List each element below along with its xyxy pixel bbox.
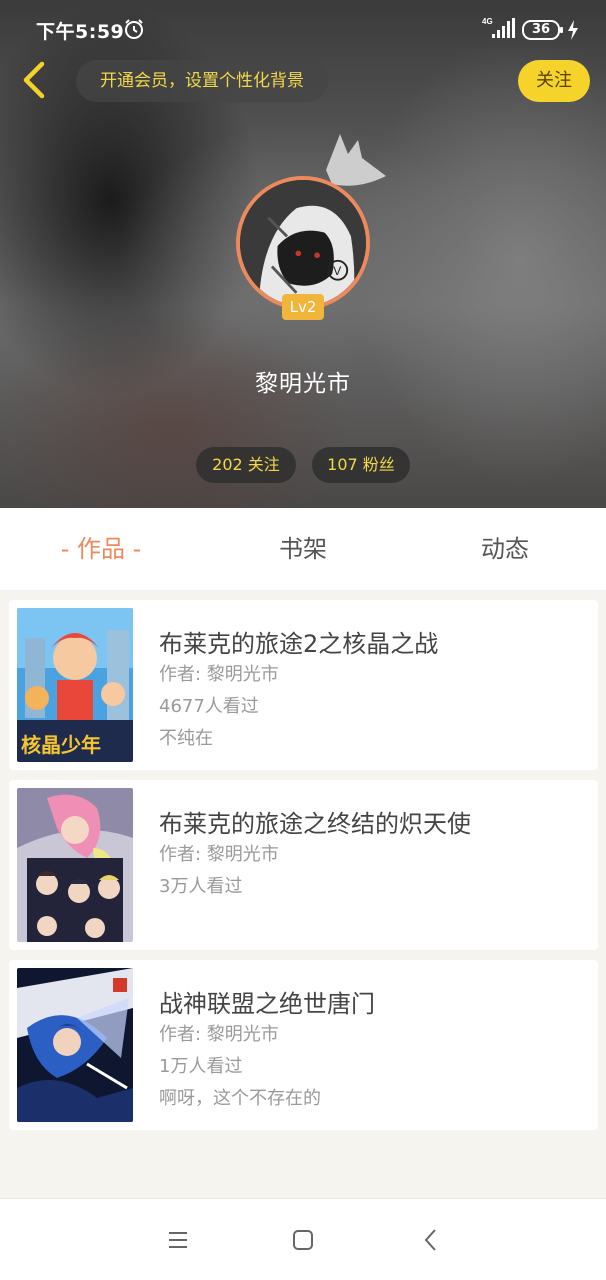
avatar-image: V	[240, 180, 366, 306]
tab-works[interactable]: - 作品 -	[0, 508, 202, 590]
work-title: 战神联盟之绝世唐门	[159, 990, 375, 1018]
work-cover	[17, 788, 133, 942]
cover-image	[17, 968, 133, 1122]
work-author: 作者: 黎明光市	[159, 1024, 279, 1045]
cover-image	[17, 788, 133, 942]
profile-header: 下午5:59 4G 36 开通会员，设置个性化背景 关注 V Lv2 黎明光市 …	[0, 0, 606, 508]
status-bar: 下午5:59 4G 36	[0, 0, 606, 48]
signal-icon: 4G	[482, 17, 515, 38]
tab-activity[interactable]: 动态	[404, 508, 606, 590]
menu-icon[interactable]	[165, 1227, 191, 1253]
tab-bookshelf[interactable]: 书架	[202, 508, 404, 590]
username: 黎明光市	[255, 371, 351, 397]
fans-count[interactable]: 107 粉丝	[312, 447, 410, 483]
work-item[interactable]: 布莱克的旅途之终结的炽天使 作者: 黎明光市 3万人看过	[9, 780, 598, 950]
svg-text:V: V	[333, 264, 342, 278]
work-views: 4677人看过	[159, 696, 259, 717]
work-title: 布莱克的旅途之终结的炽天使	[159, 810, 471, 838]
work-views: 3万人看过	[159, 876, 243, 897]
following-count[interactable]: 202 关注	[196, 447, 296, 483]
back-button[interactable]	[14, 58, 54, 102]
work-note: 不纯在	[159, 728, 213, 749]
work-item[interactable]: 战神联盟之绝世唐门 作者: 黎明光市 1万人看过 啊呀，这个不存在的	[9, 960, 598, 1130]
charging-icon	[568, 20, 578, 40]
status-time: 下午5:59	[36, 21, 125, 43]
work-title: 布莱克的旅途2之核晶之战	[159, 630, 439, 658]
network-type-label: 4G	[482, 17, 493, 26]
level-badge: Lv2	[282, 294, 324, 320]
alarm-clock-icon	[125, 19, 143, 39]
back-arrow-icon[interactable]	[418, 1227, 444, 1253]
chevron-left-icon	[23, 61, 45, 99]
vip-background-banner[interactable]: 开通会员，设置个性化背景	[76, 60, 328, 102]
system-nav-bar	[0, 1198, 606, 1280]
work-cover: 核晶少年	[17, 608, 133, 762]
work-note: 啊呀，这个不存在的	[159, 1088, 321, 1109]
work-cover	[17, 968, 133, 1122]
svg-text:核晶少年: 核晶少年	[21, 733, 101, 757]
cover-image: 核晶少年	[17, 608, 133, 762]
work-author: 作者: 黎明光市	[159, 844, 279, 865]
work-views: 1万人看过	[159, 1056, 243, 1077]
home-square-icon[interactable]	[290, 1227, 316, 1253]
profile-tabs: - 作品 - 书架 动态	[0, 508, 606, 590]
battery-level: 36	[531, 22, 551, 37]
follow-button[interactable]: 关注	[518, 60, 590, 102]
work-item[interactable]: 核晶少年 布莱克的旅途2之核晶之战 作者: 黎明光市 4677人看过 不纯在	[9, 600, 598, 770]
work-author: 作者: 黎明光市	[159, 664, 279, 685]
avatar[interactable]: V	[236, 176, 370, 310]
